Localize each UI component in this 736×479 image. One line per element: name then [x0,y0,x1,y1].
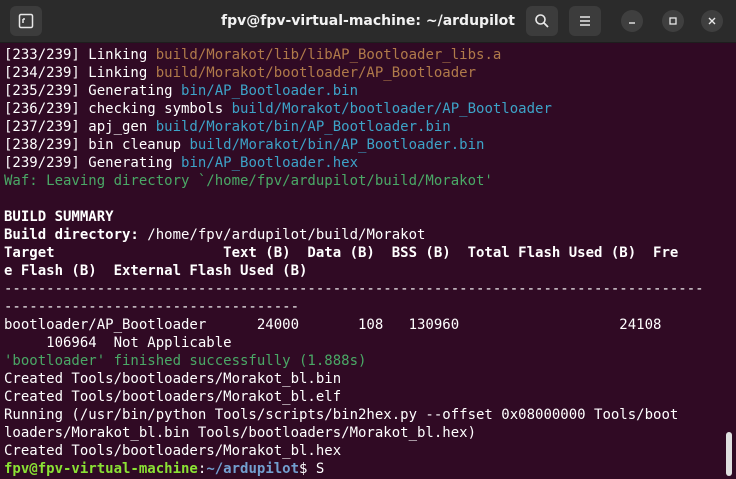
line-text: [233/239] Linking [4,47,156,63]
line-text: [235/239] Generating [4,83,182,99]
waf-leaving-line: Waf: Leaving directory `/home/fpv/ardupi… [4,173,493,189]
output-line: [238/239] bin cleanup build/Morakot/bin/… [4,136,484,154]
close-icon [708,17,716,25]
minimize-button[interactable] [621,10,643,32]
new-tab-button[interactable] [10,6,42,36]
scrollbar-thumb[interactable] [726,432,732,476]
line-label: Build directory: [4,227,148,243]
prompt-input[interactable]: S [316,461,324,477]
line-text: [239/239] Generating [4,155,182,171]
prompt-dollar: $ [299,461,316,477]
summary-divider: ----------------------------------------… [4,281,704,297]
summary-table-header: Target Text (B) Data (B) BSS (B) Total F… [4,245,679,261]
output-line: [237/239] apj_gen build/Morakot/bin/AP_B… [4,118,451,136]
line-text: [234/239] Linking [4,65,156,81]
output-line: [235/239] Generating bin/AP_Bootloader.b… [4,82,358,100]
summary-table-row-wrap: 106964 Not Applicable [4,335,232,351]
build-path: build/Morakot/lib/libAP_Bootloader_libs.… [155,47,502,63]
output-line: loaders/Morakot_bl.bin Tools/bootloaders… [4,425,477,441]
prompt-user: fpv@fpv-virtual-machine [4,461,198,477]
build-path: build/Morakot/bin/AP_Bootloader.bin [155,119,451,135]
shell-prompt[interactable]: fpv@fpv-virtual-machine:~/ardupilot$ S [4,460,324,478]
build-path: bin/AP_Bootloader.bin [181,83,359,99]
line-text: [238/239] bin cleanup [4,137,190,153]
search-icon [535,14,549,28]
new-tab-icon [18,13,34,29]
hamburger-menu-icon [580,16,590,26]
close-button[interactable] [701,10,723,32]
build-path: bin/AP_Bootloader.hex [181,155,359,171]
prompt-path: ~/ardupilot [206,461,300,477]
line-text: [236/239] checking symbols [4,101,232,117]
summary-table-row: bootloader/AP_Bootloader 24000 108 13096… [4,317,662,333]
line-value: /home/fpv/ardupilot/build/Morakot [147,227,426,243]
maximize-button[interactable] [662,10,684,32]
line-text: [237/239] apj_gen [4,119,156,135]
build-directory-line: Build directory: /home/fpv/ardupilot/bui… [4,226,425,244]
output-line: Running (/usr/bin/python Tools/scripts/b… [4,407,679,423]
output-line: [236/239] checking symbols build/Morakot… [4,100,552,118]
menu-button[interactable] [569,6,601,36]
output-line: Created Tools/bootloaders/Morakot_bl.bin [4,371,342,387]
title-bar: fpv@fpv-virtual-machine: ~/ardupilot [0,0,736,43]
finished-line: 'bootloader' finished successfully (1.88… [4,353,367,369]
output-line: Created Tools/bootloaders/Morakot_bl.elf [4,389,342,405]
output-line: [233/239] Linking build/Morakot/lib/libA… [4,46,501,64]
terminal-output[interactable]: [233/239] Linking build/Morakot/lib/libA… [0,44,722,479]
output-line: [234/239] Linking build/Morakot/bootload… [4,64,476,82]
build-path: build/Morakot/bootloader/AP_Bootloader [231,101,552,117]
maximize-icon [669,17,677,25]
output-line: Created Tools/bootloaders/Morakot_bl.hex [4,443,342,459]
build-path: build/Morakot/bootloader/AP_Bootloader [155,65,477,81]
output-line: [239/239] Generating bin/AP_Bootloader.h… [4,154,358,172]
build-summary-heading: BUILD SUMMARY [4,209,114,225]
search-button[interactable] [526,6,558,36]
summary-table-header-wrap: e Flash (B) External Flash Used (B) [4,263,308,279]
summary-divider-wrap: ----------------------------------- [4,299,300,315]
minimize-icon [629,22,635,24]
build-path: build/Morakot/bin/AP_Bootloader.bin [189,137,485,153]
